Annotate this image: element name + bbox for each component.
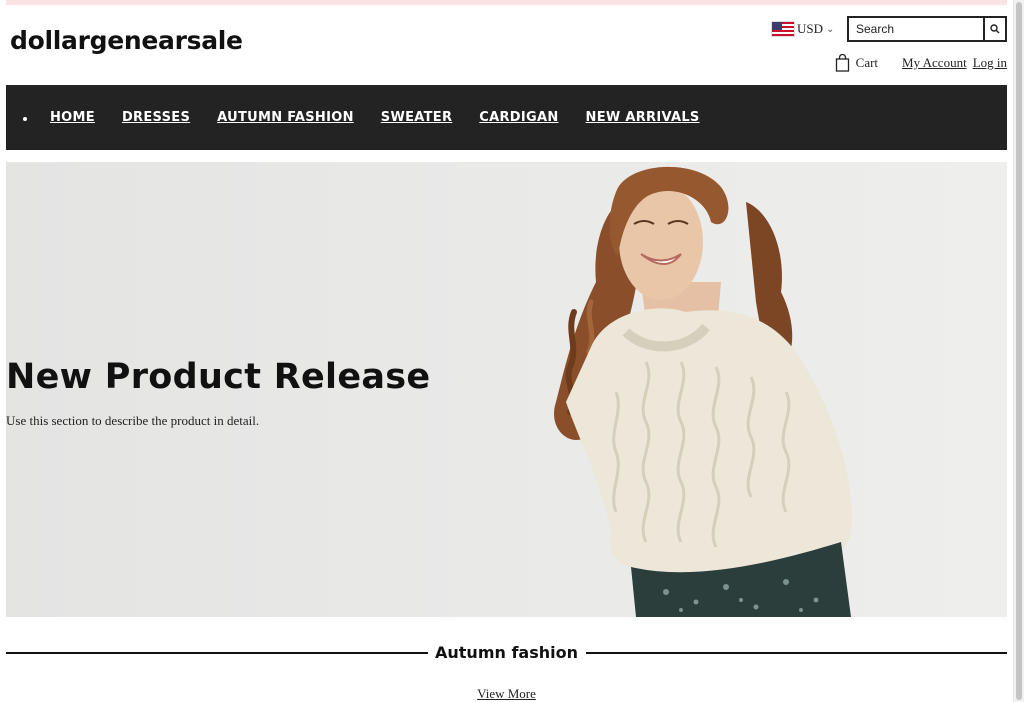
nav-item-sweater[interactable]: SWEATER: [381, 110, 453, 125]
search-button[interactable]: [983, 16, 1007, 42]
nav-item-cardigan[interactable]: CARDIGAN: [479, 110, 558, 125]
login-link[interactable]: Log in: [973, 55, 1007, 71]
search-input[interactable]: [847, 16, 983, 42]
collection-header: Autumn fashion: [6, 640, 1007, 666]
search-icon: [990, 24, 1000, 34]
hero-banner[interactable]: New Product Release Use this section to …: [6, 162, 1007, 617]
my-account-link[interactable]: My Account: [902, 55, 967, 71]
us-flag-icon: [771, 21, 795, 37]
hero-description: Use this section to describe the product…: [6, 413, 260, 428]
shopping-bag-icon: [835, 54, 849, 72]
chevron-down-icon: ⌄: [826, 23, 835, 35]
currency-code: USD: [797, 21, 824, 36]
nav-bullet: [23, 117, 27, 121]
nav-item-autumn-fashion[interactable]: AUTUMN FASHION: [217, 110, 354, 125]
account-links: Cart My Account Log in: [835, 54, 1007, 72]
nav-item-new-arrivals[interactable]: NEW ARRIVALS: [586, 110, 700, 125]
search-bar: [847, 16, 1007, 42]
hero-model-image: [554, 166, 852, 617]
collection-title: Autumn fashion: [435, 643, 578, 662]
view-more-link[interactable]: View More: [0, 686, 1013, 702]
hero-title: New Product Release: [6, 357, 431, 397]
store-logo[interactable]: dollargenearsale: [10, 26, 243, 55]
cart-label: Cart: [855, 55, 879, 70]
scrollbar-thumb[interactable]: [1016, 2, 1022, 700]
cart-link[interactable]: Cart: [835, 54, 878, 72]
nav-item-dresses[interactable]: DRESSES: [122, 110, 190, 125]
announcement-bar: [6, 0, 1007, 5]
nav-item-home[interactable]: HOME: [50, 110, 95, 125]
currency-selector[interactable]: USD ⌄: [771, 21, 834, 37]
scrollbar[interactable]: [1013, 0, 1024, 702]
main-navigation: HOME DRESSES AUTUMN FASHION SWEATER CARD…: [6, 85, 1007, 150]
